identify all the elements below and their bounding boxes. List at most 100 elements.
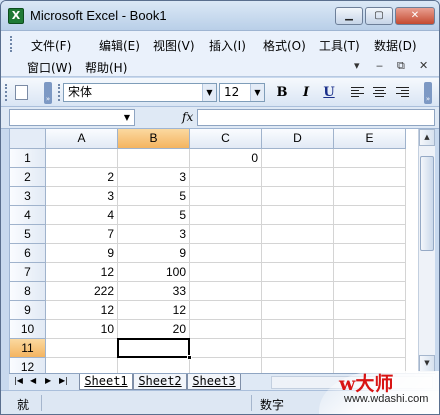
menu-window[interactable]: 窗口(W) [27,59,72,76]
worksheet-grid[interactable]: A B C D E 1 0 2 2 3 3 3 5 4 4 5 5 7 3 6 9 9 7 12 100 8 222 33 9 12 12 1… [9,129,435,373]
row-header-7[interactable]: 7 [10,263,46,282]
cell-b4[interactable]: 5 [118,206,190,225]
cell-a2[interactable]: 2 [46,168,118,187]
cell-a11[interactable] [46,339,118,358]
cell-b12[interactable] [118,358,190,373]
cell-a5[interactable]: 7 [46,225,118,244]
sheet-tab-2[interactable]: Sheet2 [133,374,187,390]
column-header-e[interactable]: E [334,129,406,149]
row-header-9[interactable]: 9 [10,301,46,320]
cell-d6[interactable] [262,244,334,263]
cell-e9[interactable] [334,301,406,320]
row-header-11[interactable]: 11 [10,339,46,358]
row-header-2[interactable]: 2 [10,168,46,187]
restore-button[interactable]: ▢ [365,7,393,25]
cell-c7[interactable] [190,263,262,282]
name-box-dropdown-icon[interactable]: ▼ [124,113,130,122]
cell-c6[interactable] [190,244,262,263]
last-sheet-icon[interactable]: ▶| [59,376,68,385]
column-header-a[interactable]: A [46,129,118,149]
cell-b1[interactable] [118,149,190,168]
menu-file[interactable]: 文件(F) [31,37,71,54]
insert-function-icon[interactable]: fx [182,110,193,124]
vertical-scrollbar[interactable]: ▲ ▼ [418,129,435,373]
menu-grip-handle[interactable] [10,36,13,52]
cell-a8[interactable]: 222 [46,282,118,301]
row-header-1[interactable]: 1 [10,149,46,168]
cell-a3[interactable]: 3 [46,187,118,206]
cell-a6[interactable]: 9 [46,244,118,263]
fill-handle[interactable] [187,355,192,360]
align-left-icon[interactable] [351,87,364,98]
column-header-b[interactable]: B [118,129,190,149]
name-box[interactable]: ▼ [9,109,135,126]
row-header-10[interactable]: 10 [10,320,46,339]
next-sheet-icon[interactable]: ▶ [45,376,51,385]
cell-d2[interactable] [262,168,334,187]
row-header-12[interactable]: 12 [10,358,46,373]
cell-b6[interactable]: 9 [118,244,190,263]
menu-help[interactable]: 帮助(H) [85,59,127,76]
sheet-tab-3[interactable]: Sheet3 [187,374,241,390]
toolbar-chevron-icon[interactable]: » [44,82,52,104]
cell-d10[interactable] [262,320,334,339]
cell-d7[interactable] [262,263,334,282]
cell-d12[interactable] [262,358,334,373]
scroll-up-icon[interactable]: ▲ [419,129,435,146]
row-header-4[interactable]: 4 [10,206,46,225]
cell-b9[interactable]: 12 [118,301,190,320]
cell-d9[interactable] [262,301,334,320]
cell-c5[interactable] [190,225,262,244]
scroll-down-icon[interactable]: ▼ [419,355,435,372]
row-header-5[interactable]: 5 [10,225,46,244]
prev-sheet-icon[interactable]: ◀ [30,376,36,385]
menu-edit[interactable]: 编辑(E) [99,37,140,54]
new-document-icon[interactable] [15,85,28,100]
row-header-6[interactable]: 6 [10,244,46,263]
font-name-dropdown-icon[interactable]: ▼ [202,84,216,101]
cell-d4[interactable] [262,206,334,225]
toolbar-grip-handle-2[interactable] [58,84,61,101]
row-header-3[interactable]: 3 [10,187,46,206]
row-header-8[interactable]: 8 [10,282,46,301]
underline-button[interactable]: U [320,84,338,101]
toolbar-options-icon[interactable]: ▾ [354,59,360,72]
select-all-corner[interactable] [10,129,46,149]
cell-e6[interactable] [334,244,406,263]
cell-d1[interactable] [262,149,334,168]
cell-c12[interactable] [190,358,262,373]
cell-d11[interactable] [262,339,334,358]
cell-e7[interactable] [334,263,406,282]
cell-a1[interactable] [46,149,118,168]
cell-b8[interactable]: 33 [118,282,190,301]
cell-c9[interactable] [190,301,262,320]
menu-format[interactable]: 格式(O) [263,37,306,54]
font-size-combo[interactable]: 12 ▼ [219,83,265,102]
italic-button[interactable]: I [297,84,315,101]
cell-e1[interactable] [334,149,406,168]
cell-e2[interactable] [334,168,406,187]
close-button[interactable]: ✕ [395,7,435,25]
cell-c8[interactable] [190,282,262,301]
column-header-c[interactable]: C [190,129,262,149]
cell-b10[interactable]: 20 [118,320,190,339]
excel-app-icon[interactable]: X [8,8,24,24]
bold-button[interactable]: B [273,84,291,101]
doc-close-button[interactable]: ✕ [419,59,428,72]
cell-d5[interactable] [262,225,334,244]
menu-view[interactable]: 视图(V) [153,37,195,54]
cell-a4[interactable]: 4 [46,206,118,225]
active-cell-border[interactable] [117,338,190,358]
cell-e3[interactable] [334,187,406,206]
cell-c11[interactable] [190,339,262,358]
first-sheet-icon[interactable]: |◀ [14,376,23,385]
menu-tools[interactable]: 工具(T) [319,37,360,54]
cell-c2[interactable] [190,168,262,187]
cell-b7[interactable]: 100 [118,263,190,282]
cell-e5[interactable] [334,225,406,244]
cell-e4[interactable] [334,206,406,225]
menu-insert[interactable]: 插入(I) [209,37,246,54]
cell-d3[interactable] [262,187,334,206]
font-size-dropdown-icon[interactable]: ▼ [250,84,264,101]
cell-b3[interactable]: 5 [118,187,190,206]
